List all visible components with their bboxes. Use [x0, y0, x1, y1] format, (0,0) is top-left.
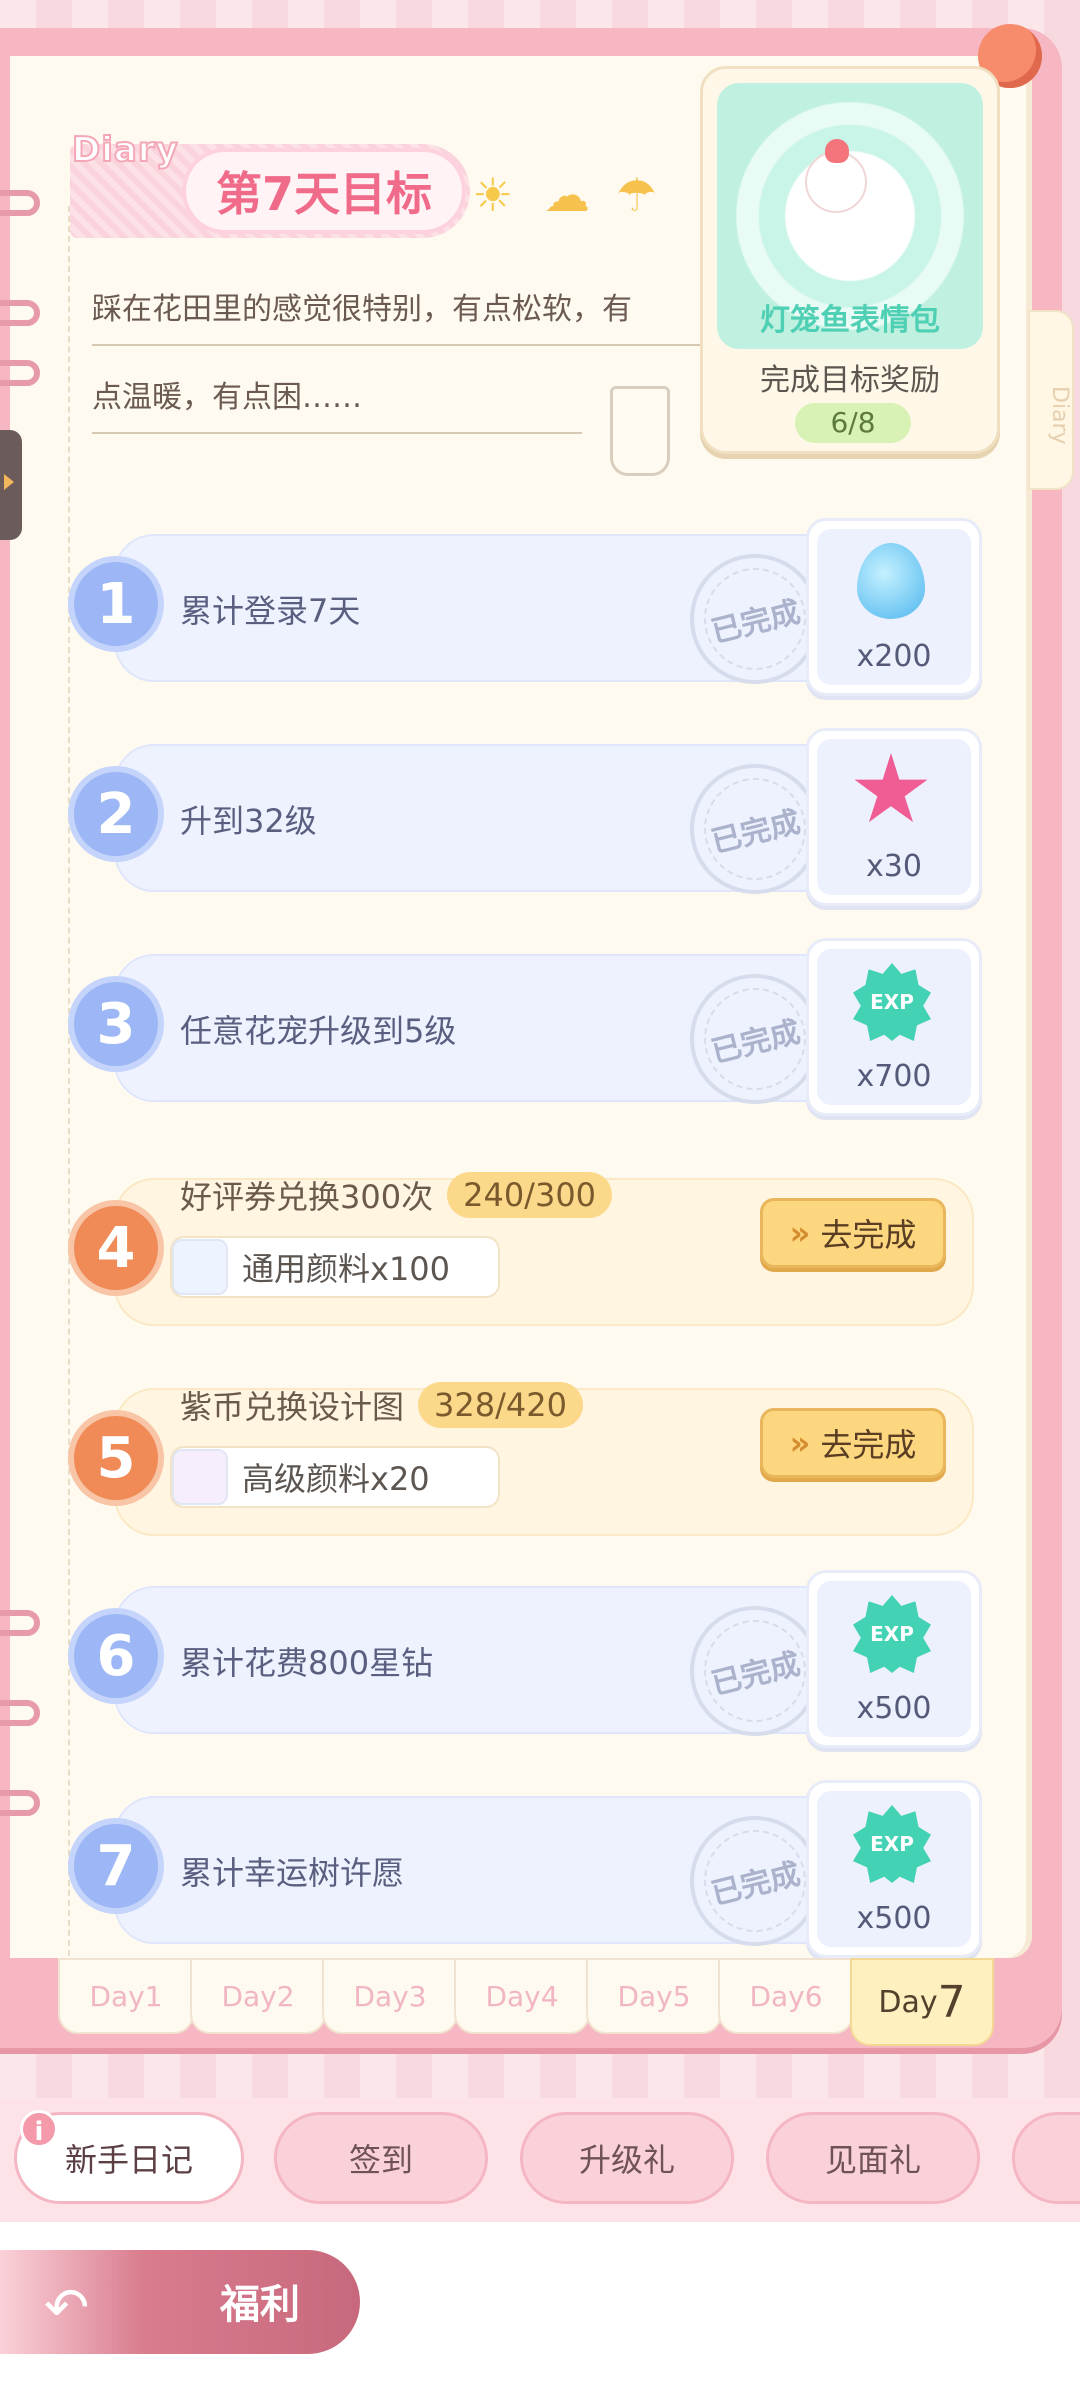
rain-cloud-icon: ☂: [616, 168, 658, 222]
reward-name: 灯笼鱼表情包: [760, 303, 940, 338]
day-number: 7: [937, 1976, 966, 2028]
diary-label: Diary: [71, 129, 179, 171]
task-number: 3: [74, 982, 158, 1066]
binder-ring: [0, 1610, 40, 1636]
bottom-nav: 新手日记 签到 升级礼 见面礼: [0, 2098, 1080, 2222]
reward-progress: 6/8: [795, 403, 911, 443]
cloud-icon: ☁: [544, 168, 590, 222]
material-reward: 通用颜料x100: [170, 1236, 500, 1298]
page-title: 第7天目标: [182, 148, 466, 234]
task-progress: 240/300: [447, 1172, 613, 1218]
tab-day3[interactable]: Day3: [322, 1958, 458, 2034]
task-row: 4 好评券兑换300次 240/300 通用颜料x100 » 去完成: [70, 1162, 974, 1332]
task-label: 任意花宠升级到5级: [180, 1012, 457, 1050]
go-complete-button[interactable]: » 去完成: [760, 1198, 946, 1268]
task-title: 紫币兑换设计图 328/420: [180, 1382, 583, 1428]
binder-ring: [0, 190, 40, 216]
reward-count: x30: [866, 849, 922, 884]
nav-level-up-gift[interactable]: 升级礼: [520, 2112, 734, 2204]
material-reward: 高级颜料x20: [170, 1446, 500, 1508]
back-arrow-icon[interactable]: ↶: [44, 2276, 89, 2339]
binder-ring: [0, 360, 40, 386]
task-row: 7 累计幸运树许愿 已完成 EXP x500: [70, 1780, 982, 1958]
task-number: 1: [74, 562, 158, 646]
tab-day7[interactable]: Day 7: [850, 1958, 994, 2046]
tab-day6[interactable]: Day6: [718, 1958, 854, 2034]
tab-day2[interactable]: Day2: [190, 1958, 326, 2034]
sun-icon: ☀: [472, 168, 514, 222]
task-row: 2 升到32级 已完成 x30: [70, 728, 982, 908]
task-reward[interactable]: EXP x500: [806, 1780, 982, 1958]
lantern-fish-sticker-icon: [805, 139, 867, 213]
task-progress: 328/420: [418, 1382, 583, 1428]
task-number: 7: [74, 1824, 158, 1908]
divider: [92, 344, 702, 346]
collapse-tab[interactable]: [0, 430, 22, 540]
tab-day4[interactable]: Day4: [454, 1958, 590, 2034]
day-prefix: Day: [878, 1984, 938, 2020]
binder-ring: [0, 1700, 40, 1726]
nav-sign-in[interactable]: 签到: [274, 2112, 488, 2204]
info-icon[interactable]: i: [20, 2110, 58, 2148]
welfare-label: 福利: [220, 2282, 300, 2328]
reward-subtitle: 完成目标奖励: [760, 363, 940, 398]
paint-jar-icon: [172, 1239, 228, 1295]
material-label: 通用颜料x100: [242, 1250, 451, 1288]
task-row: 5 紫币兑换设计图 328/420 高级颜料x20 » 去完成: [70, 1372, 974, 1542]
nav-welcome-gift[interactable]: 见面礼: [766, 2112, 980, 2204]
task-number: 4: [74, 1206, 158, 1290]
colorful-paint-icon: [172, 1449, 228, 1505]
task-label: 累计幸运树许愿: [180, 1854, 405, 1892]
intro-text-line-1: 踩在花田里的感觉很特别，有点松软，有: [92, 292, 632, 327]
go-complete-button[interactable]: » 去完成: [760, 1408, 946, 1478]
day-tabs: Day1 Day2 Day3 Day4 Day5 Day6 Day 7: [58, 1958, 994, 2046]
divider: [92, 432, 582, 434]
task-reward[interactable]: EXP x700: [806, 938, 982, 1116]
reward-count: x500: [856, 1901, 932, 1936]
button-label: 去完成: [820, 1216, 917, 1254]
task-row: 6 累计花费800星钻 已完成 EXP x500: [70, 1570, 982, 1750]
reward-count: x500: [856, 1691, 932, 1726]
task-row: 3 任意花宠升级到5级 已完成 EXP x700: [70, 938, 982, 1118]
tab-day1[interactable]: Day1: [58, 1958, 194, 2034]
diary-side-tab[interactable]: Diary: [1028, 310, 1074, 490]
drink-cup-icon: [610, 386, 670, 476]
goal-reward-card[interactable]: 灯笼鱼表情包 完成目标奖励 6/8: [700, 66, 1000, 454]
task-row: 1 累计登录7天 已完成 x200: [70, 518, 982, 698]
task-label: 升到32级: [180, 802, 317, 840]
binder-ring: [0, 300, 40, 326]
button-label: 去完成: [820, 1426, 917, 1464]
reward-count: x200: [856, 639, 932, 674]
task-number: 2: [74, 772, 158, 856]
task-label: 累计花费800星钻: [180, 1644, 434, 1682]
binder-ring: [0, 1790, 40, 1816]
double-chevron-icon: »: [789, 1214, 811, 1252]
tab-day5[interactable]: Day5: [586, 1958, 722, 2034]
task-label: 紫币兑换设计图: [180, 1388, 405, 1426]
task-reward[interactable]: x30: [806, 728, 982, 906]
task-number: 5: [74, 1416, 158, 1500]
task-reward[interactable]: EXP x500: [806, 1570, 982, 1748]
task-label: 好评券兑换300次: [180, 1178, 434, 1216]
task-reward[interactable]: x200: [806, 518, 982, 696]
double-chevron-icon: »: [789, 1424, 811, 1462]
task-title: 好评券兑换300次 240/300: [180, 1172, 613, 1218]
task-label: 累计登录7天: [180, 592, 361, 630]
nav-more[interactable]: [1012, 2112, 1080, 2204]
material-label: 高级颜料x20: [242, 1460, 430, 1498]
task-number: 6: [74, 1614, 158, 1698]
reward-count: x700: [856, 1059, 932, 1094]
